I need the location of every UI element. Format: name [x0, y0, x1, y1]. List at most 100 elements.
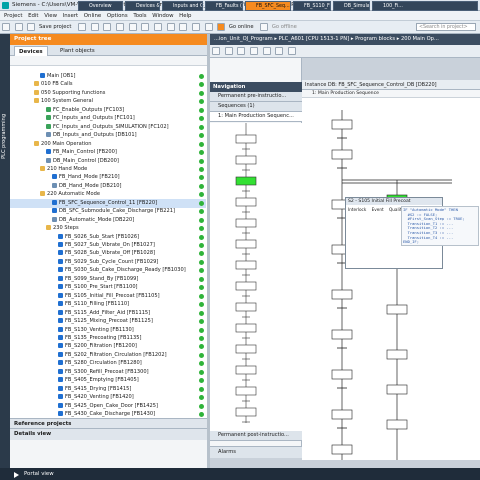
- mini-step-box[interactable]: [235, 344, 257, 354]
- project-search-input[interactable]: <Search in project>: [416, 23, 476, 31]
- redo-icon[interactable]: [153, 23, 162, 31]
- menu-help[interactable]: Help: [179, 13, 191, 19]
- open-project-icon[interactable]: [14, 23, 23, 31]
- main-toolbar: Save project Go online Go offline <Searc…: [0, 21, 480, 34]
- block-icon: [58, 292, 63, 298]
- mini-step-box[interactable]: [235, 302, 257, 312]
- nav-alarms[interactable]: Alarms: [210, 446, 302, 458]
- mini-step-box[interactable]: [235, 407, 257, 417]
- sfc-step-box[interactable]: [386, 419, 408, 430]
- status-ok-icon: [199, 276, 204, 282]
- sfc-step-box[interactable]: [331, 329, 353, 340]
- save-icon[interactable]: [27, 23, 36, 31]
- go-online-icon[interactable]: [217, 23, 226, 31]
- copy-icon[interactable]: [103, 23, 112, 31]
- plc-programming-tab[interactable]: PLC programming: [1, 114, 7, 159]
- portal-view-button[interactable]: Portal view: [10, 469, 74, 479]
- menu-tools[interactable]: Tools: [133, 13, 146, 19]
- tab-plant-objects[interactable]: Plant objects: [56, 46, 99, 56]
- siemens-logo-icon: [2, 2, 9, 9]
- sfc-editor-canvas[interactable]: [302, 80, 480, 460]
- mini-step-box[interactable]: [235, 260, 257, 270]
- taskbar-item[interactable]: Devices & ne...: [125, 1, 160, 11]
- col-interlock: Interlock: [348, 207, 367, 212]
- transition-icon[interactable]: [224, 47, 233, 55]
- monitor-icon[interactable]: [287, 47, 296, 55]
- sfc-step-box[interactable]: [331, 444, 353, 455]
- sfc-step-box[interactable]: [386, 349, 408, 360]
- sfc-step-box[interactable]: [331, 119, 353, 130]
- compile-icon[interactable]: [166, 23, 175, 31]
- mini-step-box[interactable]: [235, 365, 257, 375]
- mini-step-box[interactable]: [235, 197, 257, 207]
- go-offline-icon[interactable]: [260, 23, 269, 31]
- status-ok-icon: [199, 124, 204, 130]
- mini-step-box[interactable]: [235, 155, 257, 165]
- status-ok-icon: [199, 319, 204, 325]
- sfc-graph: [331, 110, 452, 460]
- go-online-button[interactable]: Go online: [229, 24, 254, 30]
- tree-item-label: 210 Hand Mode: [47, 165, 88, 172]
- menu-view[interactable]: View: [44, 13, 57, 19]
- block-icon: [52, 208, 57, 214]
- menu-project[interactable]: Project: [4, 13, 22, 19]
- menu-online[interactable]: Online: [84, 13, 101, 19]
- new-project-icon[interactable]: [2, 23, 10, 31]
- menu-edit[interactable]: Edit: [28, 13, 38, 19]
- zoom-out-icon[interactable]: [275, 47, 284, 55]
- step-icon[interactable]: [212, 47, 220, 55]
- taskbar-item[interactable]: FB_SFC_Seq...: [245, 1, 291, 11]
- tree-item-label: FC_Inputs_and_Outputs [FC101]: [53, 115, 135, 122]
- block-icon: [46, 115, 51, 121]
- go-offline-button[interactable]: Go offline: [272, 24, 297, 30]
- sfc-step-box[interactable]: [386, 384, 408, 395]
- mini-step-box[interactable]: [235, 386, 257, 396]
- step-detail-title: S2 - S105 Initial Fill Precoat: [346, 198, 442, 205]
- status-ok-icon: [199, 217, 204, 223]
- mini-step-box[interactable]: [235, 239, 257, 249]
- breadcrumb[interactable]: ...ion_Unit_OJ_Program ▸ PLC_A601 [CPU 1…: [214, 36, 439, 42]
- nav-permanent-post[interactable]: Permanent post-instructio...: [210, 431, 302, 441]
- jump-icon[interactable]: [249, 47, 258, 55]
- nav-sequence-1[interactable]: 1: Main Production Sequenc...: [210, 112, 302, 122]
- details-view-panel[interactable]: Details view: [10, 428, 207, 440]
- taskbar-item[interactable]: 100_Fi...: [372, 1, 478, 11]
- mini-step-box[interactable]: [235, 134, 257, 144]
- mini-step-box[interactable]: [235, 281, 257, 291]
- nav-sequences[interactable]: Sequences (1): [210, 102, 302, 112]
- menu-insert[interactable]: Insert: [63, 13, 78, 19]
- taskbar-item[interactable]: FB_S110_Filli...: [293, 1, 331, 11]
- action-code-box[interactable]: IF "Automatic Mode" THEN #S2 := FALSE; #…: [401, 206, 479, 246]
- mini-step-box[interactable]: [235, 323, 257, 333]
- menu-window[interactable]: Window: [152, 13, 173, 19]
- nav-permanent-pre[interactable]: Permanent pre-instructio...: [210, 92, 302, 102]
- branch-icon[interactable]: [237, 47, 246, 55]
- paste-icon[interactable]: [115, 23, 124, 31]
- reference-projects-panel[interactable]: Reference projects: [10, 418, 207, 428]
- undo-icon[interactable]: [141, 23, 150, 31]
- print-icon[interactable]: [78, 23, 87, 31]
- sfc-step-box[interactable]: [331, 289, 353, 300]
- mini-step-box[interactable]: [235, 218, 257, 228]
- taskbar-item[interactable]: FB_Faults (F...: [205, 1, 243, 11]
- tab-devices[interactable]: Devices: [14, 46, 48, 56]
- zoom-in-icon[interactable]: [262, 47, 271, 55]
- sfc-step-box[interactable]: [386, 304, 408, 315]
- taskbar-item[interactable]: DB_Simulati...: [333, 1, 370, 11]
- upload-icon[interactable]: [191, 23, 200, 31]
- tree-item[interactable]: FB_S430_Cake_Discharge [FB1430]: [10, 410, 206, 418]
- menu-options[interactable]: Options: [107, 13, 128, 19]
- sfc-step-box[interactable]: [331, 409, 353, 420]
- taskbar-item[interactable]: Inputs and O...: [162, 1, 203, 11]
- sfc-step-box[interactable]: [331, 369, 353, 380]
- save-project-button[interactable]: Save project: [39, 24, 71, 30]
- sequence-mini-map[interactable]: [210, 123, 302, 431]
- cut-icon[interactable]: [90, 23, 99, 31]
- delete-icon[interactable]: [128, 23, 137, 31]
- simulation-icon[interactable]: [204, 23, 213, 31]
- download-icon[interactable]: [179, 23, 188, 31]
- taskbar-item[interactable]: Overview: [78, 1, 123, 11]
- block-icon: [58, 402, 63, 408]
- sfc-step-box[interactable]: [331, 149, 353, 160]
- mini-step-box[interactable]: [235, 176, 257, 186]
